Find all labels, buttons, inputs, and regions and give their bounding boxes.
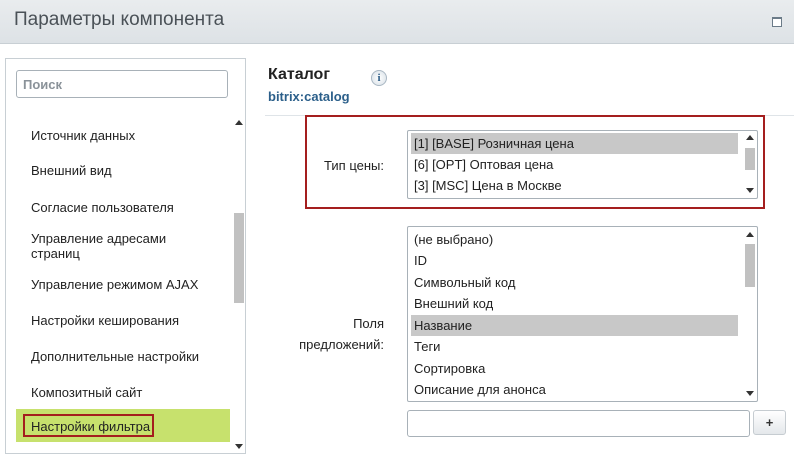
scrollbar-thumb[interactable]	[234, 213, 244, 303]
offer-field-option[interactable]: (не выбрано)	[411, 229, 738, 250]
sidebar-item-filter-settings[interactable]: Настройки фильтра	[16, 409, 230, 442]
sidebar-item-label: Управление режимом AJAX	[31, 277, 199, 292]
price-type-select[interactable]: [1] [BASE] Розничная цена [6] [OPT] Опто…	[407, 130, 758, 199]
sidebar-item-label: Управление адресами страниц	[31, 231, 167, 261]
offer-field-option[interactable]: Внешний код	[411, 293, 738, 314]
add-field-button[interactable]: +	[753, 410, 786, 435]
scroll-up-icon[interactable]	[235, 120, 243, 125]
offer-field-option[interactable]: Сортировка	[411, 358, 738, 379]
price-type-option[interactable]: [6] [OPT] Оптовая цена	[411, 154, 738, 175]
offer-fields-scrollbar[interactable]	[743, 228, 757, 401]
scroll-down-icon[interactable]	[746, 188, 754, 193]
offer-field-option[interactable]: Название	[411, 315, 738, 336]
component-title: Каталог	[268, 66, 330, 83]
sidebar-item-appearance[interactable]: Внешний вид	[16, 163, 230, 178]
scroll-down-icon[interactable]	[235, 444, 243, 449]
sidebar-item-data-source[interactable]: Источник данных	[16, 128, 230, 143]
offer-fields-label-line1: Поля	[353, 316, 384, 331]
sidebar-item-label: Дополнительные настройки	[31, 349, 200, 364]
sidebar-item-user-consent[interactable]: Согласие пользователя	[16, 200, 230, 215]
scroll-up-icon[interactable]	[746, 135, 754, 140]
info-icon[interactable]: i	[371, 70, 387, 86]
price-type-option[interactable]: [1] [BASE] Розничная цена	[411, 133, 738, 154]
sidebar: Источник данных Внешний вид Согласие пол…	[5, 58, 246, 454]
scrollbar-thumb[interactable]	[745, 244, 755, 287]
search-input[interactable]	[16, 70, 228, 98]
sidebar-item-label: Настройки кеширования	[31, 313, 180, 328]
sidebar-item-label: Согласие пользователя	[31, 200, 174, 215]
price-type-option[interactable]: [3] [MSC] Цена в Москве	[411, 175, 738, 196]
component-code: bitrix:catalog	[268, 89, 350, 104]
window-title: Параметры компонента	[14, 9, 225, 30]
sidebar-scrollbar[interactable]	[232, 117, 245, 453]
offer-field-option[interactable]: Теги	[411, 336, 738, 357]
sidebar-item-ajax-mode[interactable]: Управление режимом AJAX	[16, 277, 230, 292]
price-type-scrollbar[interactable]	[743, 132, 757, 198]
price-type-label: Тип цены:	[324, 158, 384, 173]
offer-fields-select[interactable]: (не выбрано) ID Символьный код Внешний к…	[407, 226, 758, 402]
sidebar-item-additional-settings[interactable]: Дополнительные настройки	[16, 349, 230, 364]
sidebar-item-composite-site[interactable]: Композитный сайт	[16, 385, 230, 400]
sidebar-item-label: Настройки фильтра	[23, 414, 154, 437]
title-bar: Параметры компонента	[0, 0, 794, 44]
sidebar-item-caching[interactable]: Настройки кеширования	[16, 313, 230, 328]
offer-fields-label: Поля предложений:	[280, 313, 384, 355]
maximize-icon[interactable]	[772, 17, 782, 27]
scroll-down-icon[interactable]	[746, 391, 754, 396]
scrollbar-thumb[interactable]	[745, 148, 755, 170]
offer-field-option[interactable]: Символьный код	[411, 272, 738, 293]
offer-fields-label-line2: предложений:	[299, 337, 384, 352]
scroll-up-icon[interactable]	[746, 232, 754, 237]
add-field-input[interactable]	[407, 410, 750, 437]
sidebar-item-label: Источник данных	[31, 128, 136, 143]
sidebar-item-label: Внешний вид	[31, 163, 112, 178]
offer-field-option[interactable]: Описание для анонса	[411, 379, 738, 400]
sidebar-item-url-management[interactable]: Управление адресами страниц	[16, 231, 196, 261]
sidebar-item-label: Композитный сайт	[31, 385, 143, 400]
offer-field-option[interactable]: ID	[411, 250, 738, 271]
